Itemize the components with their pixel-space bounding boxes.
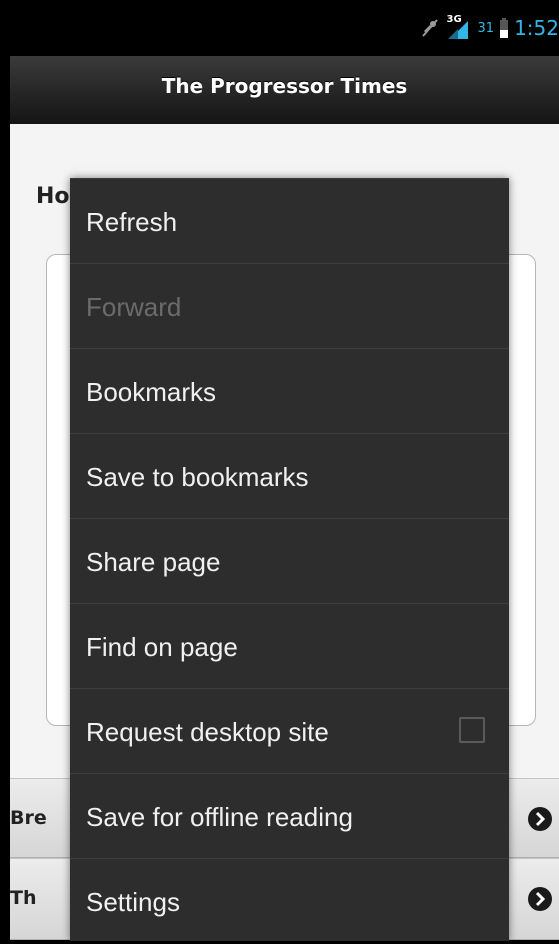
menu-item-bookmarks[interactable]: Bookmarks <box>70 349 509 434</box>
menu-item-settings[interactable]: Settings <box>70 859 509 944</box>
network-type-label: 3G <box>446 14 462 25</box>
page-title: The Progressor Times <box>161 74 408 98</box>
menu-item-save-to-bookmarks[interactable]: Save to bookmarks <box>70 434 509 519</box>
menu-item-share-page[interactable]: Share page <box>70 519 509 604</box>
menu-item-label: Save to bookmarks <box>86 462 309 492</box>
overflow-menu: Refresh Forward Bookmarks Save to bookma… <box>70 178 509 941</box>
request-desktop-site-checkbox[interactable] <box>459 717 485 743</box>
status-icons: 3G 31 1:52 <box>420 14 559 42</box>
list-item-label: Bre <box>10 807 47 829</box>
chevron-right-icon <box>528 887 552 911</box>
menu-item-request-desktop-site[interactable]: Request desktop site <box>70 689 509 774</box>
clock: 1:52 <box>514 16 559 40</box>
signal-indicator: 3G <box>446 14 472 39</box>
chevron-right-icon <box>528 807 552 831</box>
menu-item-label: Settings <box>86 887 180 917</box>
menu-item-label: Share page <box>86 547 221 577</box>
menu-item-forward: Forward <box>70 264 509 349</box>
battery-level: 31 <box>477 20 495 36</box>
menu-item-label: Request desktop site <box>86 717 329 747</box>
menu-item-label: Save for offline reading <box>86 802 353 832</box>
battery-icon <box>500 18 509 38</box>
menu-item-label: Bookmarks <box>86 377 217 407</box>
menu-item-label: Refresh <box>86 207 178 237</box>
menu-item-label: Find on page <box>86 632 238 662</box>
menu-item-label: Forward <box>86 292 182 322</box>
mute-icon <box>421 19 438 37</box>
menu-item-refresh[interactable]: Refresh <box>70 179 509 264</box>
menu-item-save-offline[interactable]: Save for offline reading <box>70 774 509 859</box>
content-heading: Ho <box>36 184 70 209</box>
menu-item-find-on-page[interactable]: Find on page <box>70 604 509 689</box>
list-item-label: Th <box>10 887 37 909</box>
app-header: The Progressor Times <box>10 56 559 125</box>
status-bar: 3G 31 1:52 <box>0 0 559 56</box>
